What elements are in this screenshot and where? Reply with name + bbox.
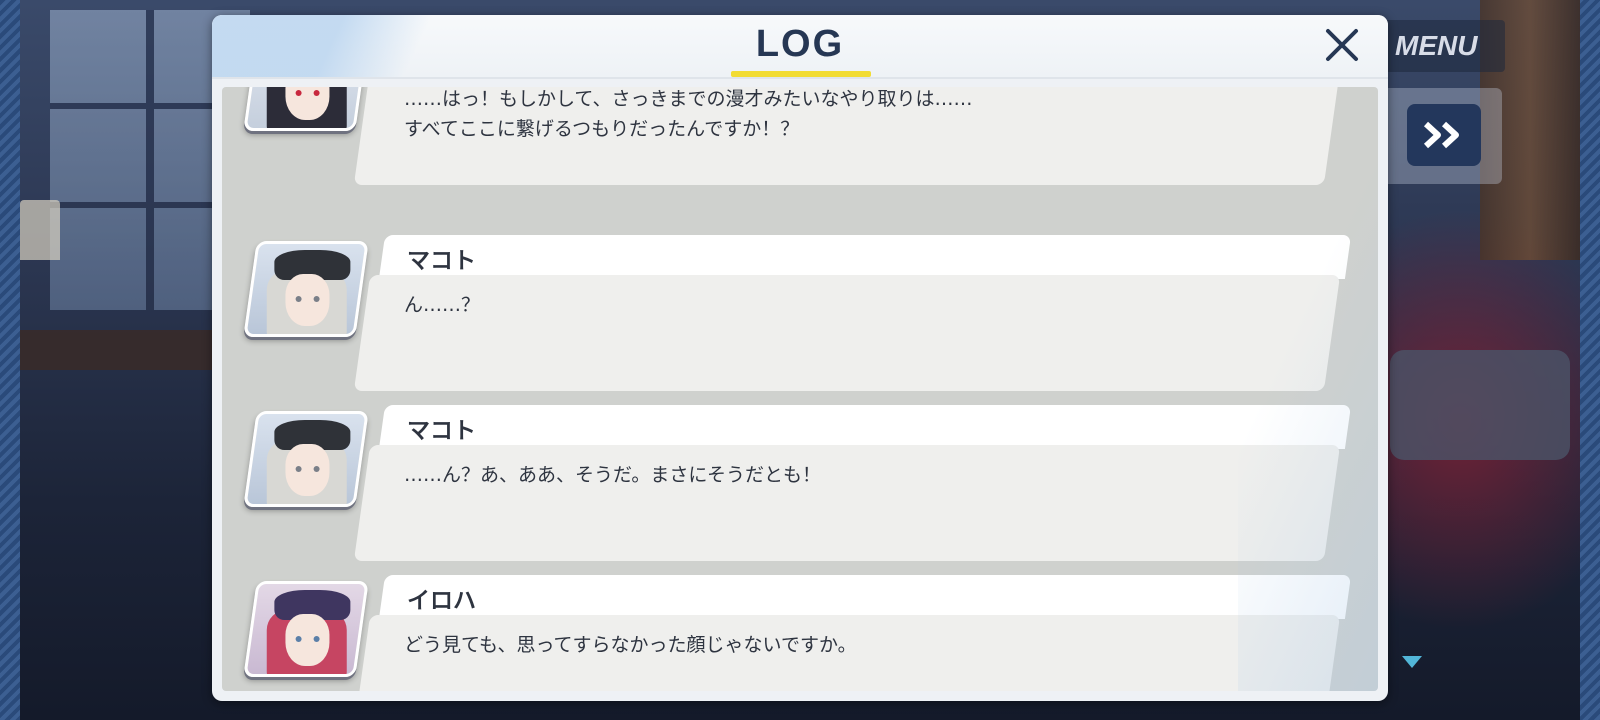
avatar <box>243 87 369 131</box>
avatar <box>243 411 369 507</box>
log-entry: ……はっ！もしかして、さっきまでの漫才みたいなやり取りは…… すべてここに繋げる… <box>222 87 1378 189</box>
avatar <box>243 581 369 677</box>
background-desk <box>20 330 230 370</box>
log-entry: マコト ……ん？あ、ああ、そうだ。まさにそうだとも！ <box>222 405 1378 565</box>
speaker-name: マコト <box>407 418 476 444</box>
dialogue-line: ……ん？あ、ああ、そうだ。まさにそうだとも！ <box>404 464 822 486</box>
menu-button[interactable]: MENU <box>1385 20 1505 72</box>
avatar <box>243 241 369 337</box>
dialogue-text: ん……？ <box>404 290 1304 320</box>
speaker-name: マコト <box>407 248 476 274</box>
log-dialog: LOG ……はっ！もしかして、さっきまでの漫才みたいなやり取りは…… すべてここ… <box>212 15 1388 701</box>
log-entry: マコト ん……？ <box>222 235 1378 395</box>
dialogue-line: すべてここに繋げるつもりだったんですか！？ <box>404 118 800 140</box>
dialogue-text: ……ん？あ、ああ、そうだ。まさにそうだとも！ <box>404 460 1304 490</box>
log-entry: イロハ どう見ても、思ってすらなかった顔じゃないですか。 <box>222 575 1378 691</box>
dialogue-text: どう見ても、思ってすらなかった顔じゃないですか。 <box>404 630 1304 660</box>
background-lamp <box>20 200 60 260</box>
fast-forward-icon <box>1423 121 1459 149</box>
speaker-name: イロハ <box>407 588 476 614</box>
name-bar <box>378 405 1352 449</box>
triangle-down-icon <box>1402 656 1422 668</box>
dialogue-line: ……はっ！もしかして、さっきまでの漫才みたいなやり取りは…… <box>404 88 973 110</box>
dialogue-text: ……はっ！もしかして、さっきまでの漫才みたいなやり取りは…… すべてここに繋げる… <box>404 87 1304 144</box>
background-sofa <box>1390 350 1570 460</box>
skip-button[interactable] <box>1407 104 1481 166</box>
title-underline <box>731 71 871 77</box>
name-bar <box>378 235 1352 279</box>
log-title: LOG <box>755 23 845 65</box>
close-button[interactable] <box>1322 25 1362 65</box>
log-list[interactable]: ……はっ！もしかして、さっきまでの漫才みたいなやり取りは…… すべてここに繋げる… <box>222 87 1378 691</box>
dialogue-line: どう見ても、思ってすらなかった顔じゃないですか。 <box>404 634 857 656</box>
dialogue-line: ん……？ <box>404 294 481 316</box>
log-header: LOG <box>212 15 1388 79</box>
close-icon <box>1326 29 1358 61</box>
name-bar <box>378 575 1352 619</box>
